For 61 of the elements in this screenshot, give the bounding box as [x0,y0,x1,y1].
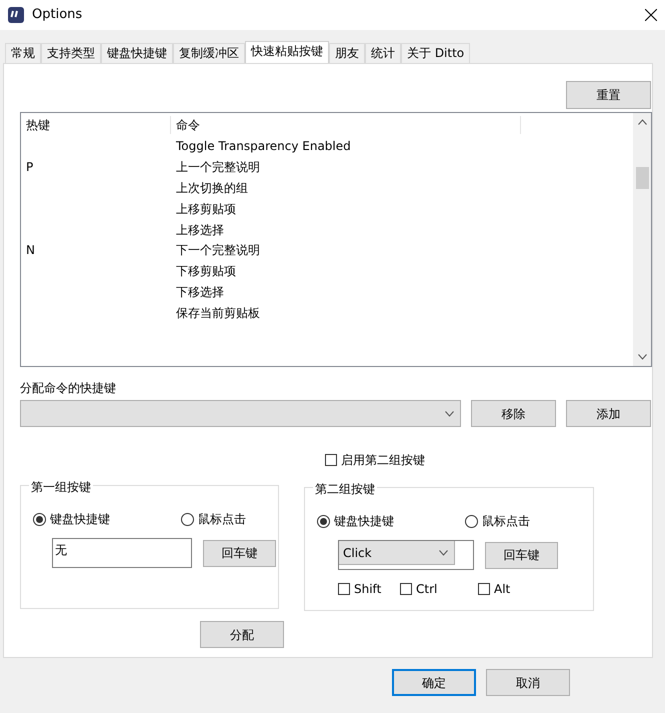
tab[interactable]: 常规 [5,43,41,63]
radio-button[interactable] [181,512,194,526]
text-field[interactable]: 无 [52,538,192,568]
group-title: 第二组按键 [313,480,377,498]
remove-button[interactable]: 移除 [471,400,556,427]
checkbox-label: Shift [354,581,382,598]
reset-button[interactable]: 重置 [566,81,651,109]
checkbox[interactable] [325,454,337,466]
table-cell: N [26,243,35,258]
tab[interactable]: 统计 [365,43,401,63]
caret-icon[interactable] [445,410,454,416]
group-title: 第一组按键 [29,478,93,496]
radio-button[interactable] [33,512,46,526]
table-cell: 上次切换的组 [176,180,248,195]
table-cell: 下移选择 [176,284,224,299]
checkbox[interactable] [338,583,350,595]
scroll-down-icon[interactable] [638,354,646,360]
cancel-button[interactable]: 取消 [486,669,570,696]
checkbox[interactable] [400,583,412,595]
table-cell: Toggle Transparency Enabled [176,139,351,154]
table-cell: 上移选择 [176,222,224,237]
table-cell: 保存当前剪贴板 [176,306,260,320]
table-cell: 上移剪贴项 [176,202,236,216]
tab[interactable]: 快速粘贴按键 [245,41,329,63]
dropdown-value: Click [343,544,372,562]
app-icon [8,7,24,23]
checkbox-label: Ctrl [416,581,438,598]
tab[interactable]: 关于 Ditto [401,43,470,63]
checkbox-label: 启用第二组按键 [341,452,425,469]
scroll-thumb[interactable] [636,167,648,189]
tab[interactable]: 复制缓冲区 [173,43,245,63]
column-header[interactable]: 热键 [21,116,171,134]
radio-button[interactable] [465,514,478,528]
radio-button[interactable] [317,514,330,528]
checkbox[interactable] [478,583,490,595]
checkbox-label: Alt [494,581,510,598]
scrollbar[interactable] [633,113,651,366]
add-button[interactable]: 添加 [566,400,651,427]
caret-icon[interactable] [439,550,448,556]
assign-button[interactable]: 分配 [200,621,284,648]
scroll-up-icon[interactable] [638,119,646,125]
radio-label: 键盘快捷键 [50,511,110,528]
table-cell: 上一个完整说明 [176,160,260,174]
radio-label: 鼠标点击 [198,511,246,528]
radio-label: 鼠标点击 [482,513,530,530]
tab[interactable]: 键盘快捷键 [101,43,173,63]
radio-label: 键盘快捷键 [334,513,394,530]
window-title: Options [32,6,84,24]
key-dropdown[interactable]: Click [339,541,455,565]
table-cell: 下移剪贴项 [176,264,236,278]
ok-button[interactable]: 确定 [392,669,476,696]
tab[interactable]: 朋友 [329,43,365,63]
table-cell: 下一个完整说明 [176,243,260,258]
enter-key-button[interactable]: 回车键 [485,542,558,568]
column-header[interactable]: 命令 [171,116,521,134]
close-icon[interactable] [645,9,657,21]
table-cell: P [26,160,34,174]
key-field[interactable]: Click [338,540,474,570]
enter-key-button[interactable]: 回车键 [203,540,276,566]
field-label: 分配命令的快捷键 [20,381,116,395]
tab[interactable]: 支持类型 [41,43,101,63]
